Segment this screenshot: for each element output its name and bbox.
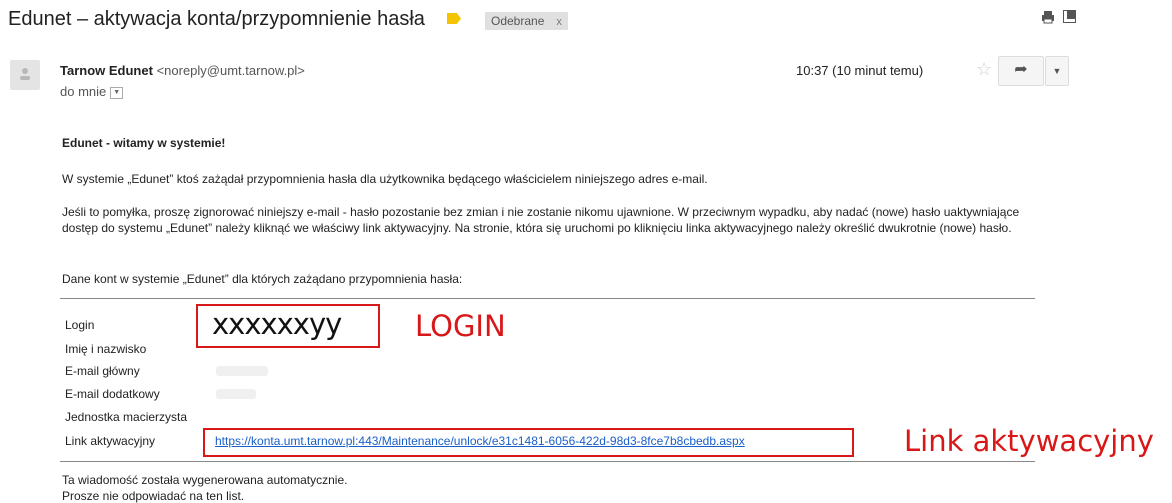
table-top-divider	[60, 298, 1035, 299]
reply-icon: ➦	[1014, 61, 1028, 78]
paragraph-3: Dane kont w systemie „Edunet” dla któryc…	[62, 272, 463, 286]
recipient: do mnie	[60, 84, 107, 99]
email-time: 10:37 (10 minut temu)	[796, 63, 924, 78]
person-icon	[20, 68, 30, 80]
footer-line-2: Prosze nie odpowiadać na ten list.	[62, 489, 245, 503]
row-label-unit: Jednostka macierzysta	[65, 410, 188, 424]
print-icon[interactable]	[1041, 10, 1055, 28]
recipient-line: do mnie ▼	[60, 84, 124, 99]
row-label-name: Imię i nazwisko	[65, 342, 147, 356]
row-label-email-extra: E-mail dodatkowy	[65, 387, 160, 401]
redacted-email-main	[216, 366, 268, 376]
sender-name[interactable]: Tarnow Edunet	[60, 63, 153, 78]
avatar	[10, 60, 40, 90]
new-window-icon[interactable]	[1063, 10, 1076, 27]
table-bottom-divider	[60, 461, 1035, 462]
row-label-email-main: E-mail główny	[65, 364, 140, 378]
paragraph-1: W systemie „Edunet” ktoś zażądał przypom…	[62, 172, 708, 186]
redacted-email-extra	[216, 389, 256, 399]
remove-label-button[interactable]: x	[556, 16, 562, 28]
inbox-label-chip[interactable]: Odebrane x	[485, 12, 568, 30]
email-subject: Edunet – aktywacja konta/przypomnienie h…	[8, 8, 425, 30]
row-label-activation-link: Link aktywacyjny	[65, 434, 156, 448]
star-icon[interactable]: ☆	[976, 59, 992, 80]
sender: Tarnow Edunet <noreply@umt.tarnow.pl>	[60, 63, 305, 78]
label-tag-icon[interactable]	[447, 13, 461, 24]
link-annotation: Link aktywacyjny	[904, 424, 1154, 458]
greeting: Edunet - witamy w systemie!	[62, 136, 226, 150]
footer-line-1: Ta wiadomość została wygenerowana automa…	[62, 473, 348, 487]
row-label-login: Login	[65, 318, 95, 332]
inbox-label-text: Odebrane	[491, 14, 545, 28]
activation-link[interactable]: https://konta.umt.tarnow.pl:443/Maintena…	[215, 434, 745, 448]
chevron-down-icon: ▼	[1052, 66, 1062, 76]
reply-button[interactable]: ➦	[998, 56, 1044, 86]
paragraph-2: Jeśli to pomyłka, proszę zignorować nini…	[62, 205, 1020, 235]
more-actions-button[interactable]: ▼	[1045, 56, 1069, 86]
details-dropdown-icon[interactable]: ▼	[110, 86, 124, 99]
sender-address: <noreply@umt.tarnow.pl>	[156, 63, 305, 78]
login-annotation: LOGIN	[415, 309, 506, 343]
login-value: xxxxxxyy	[212, 307, 342, 341]
